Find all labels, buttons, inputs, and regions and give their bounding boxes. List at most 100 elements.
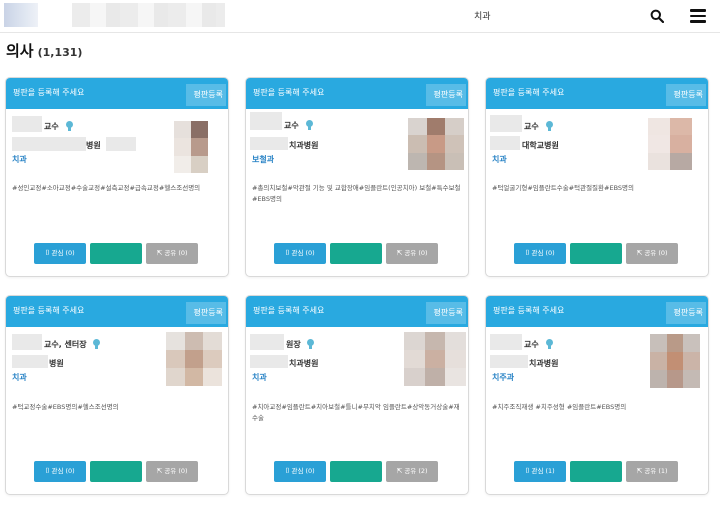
doctor-specialty: 보철과 — [252, 155, 275, 164]
share-icon: ⇱ — [636, 249, 643, 257]
verified-badge-icon — [92, 339, 101, 349]
card-header-text: 평판을 등록해 주세요 — [253, 306, 325, 315]
register-review-button[interactable]: 평판등록 — [666, 302, 706, 324]
bookmark-icon: ⌷ — [525, 467, 530, 475]
verified-badge-icon — [305, 120, 314, 130]
card-header: 평판을 등록해 주세요 평판등록 — [246, 296, 468, 327]
share-label: 공유 (0) — [644, 249, 668, 257]
doctor-specialty: 치과 — [12, 373, 27, 382]
doctor-specialty: 치주과 — [492, 373, 515, 382]
blurred-action-button[interactable] — [570, 461, 622, 482]
doctor-name-blurred — [12, 116, 42, 132]
share-button[interactable]: ⇱ 공유 (2) — [386, 461, 438, 482]
like-button[interactable]: ⌷ 관심 (0) — [34, 243, 86, 264]
bookmark-icon: ⌷ — [45, 467, 50, 475]
verified-badge-icon — [545, 339, 554, 349]
share-button[interactable]: ⇱ 공유 (0) — [386, 243, 438, 264]
share-icon: ⇱ — [396, 467, 403, 475]
doctor-name-blurred — [250, 112, 282, 130]
doctor-photo — [166, 332, 222, 386]
verified-badge-icon — [545, 121, 554, 131]
share-button[interactable]: ⇱ 공유 (1) — [626, 461, 678, 482]
share-icon: ⇱ — [636, 467, 643, 475]
site-logo[interactable] — [4, 3, 38, 27]
bookmark-icon: ⌷ — [285, 249, 290, 257]
blurred-action-button[interactable] — [90, 243, 142, 264]
doctor-hospital: 치과병원 — [529, 359, 559, 368]
register-review-button[interactable]: 평판등록 — [426, 84, 466, 106]
like-button[interactable]: ⌷ 관심 (0) — [34, 461, 86, 482]
share-label: 공유 (1) — [644, 467, 668, 475]
register-review-button[interactable]: 평판등록 — [186, 302, 226, 324]
doctor-role: 교수, 센터장 — [44, 340, 87, 349]
doctor-hospital: 대학교병원 — [522, 141, 559, 150]
site-name-blurred[interactable] — [72, 3, 225, 27]
doctor-role: 교수 — [44, 122, 59, 131]
card-header: 평판을 등록해 주세요 평판등록 — [6, 296, 228, 327]
doctor-photo — [174, 121, 208, 173]
hospital-name-blurred — [490, 355, 528, 368]
hospital-name-blurred — [12, 355, 48, 368]
blurred-action-button[interactable] — [330, 243, 382, 264]
page-category-title: 치과 — [474, 12, 491, 22]
like-label: 관심 (1) — [531, 467, 555, 475]
blurred-action-button[interactable] — [90, 461, 142, 482]
like-button[interactable]: ⌷ 관심 (0) — [514, 243, 566, 264]
like-button[interactable]: ⌷ 관심 (0) — [274, 461, 326, 482]
page-title-text: 의사 — [6, 42, 34, 60]
doctor-card[interactable]: 평판을 등록해 주세요 평판등록 교수 병원 치과 #성인교정#소아교정#수술교… — [5, 77, 229, 277]
card-header-text: 평판을 등록해 주세요 — [13, 88, 85, 97]
bookmark-icon: ⌷ — [285, 467, 290, 475]
share-button[interactable]: ⇱ 공유 (0) — [626, 243, 678, 264]
search-icon[interactable] — [650, 9, 664, 23]
like-button[interactable]: ⌷ 관심 (0) — [274, 243, 326, 264]
share-button[interactable]: ⇱ 공유 (0) — [146, 243, 198, 264]
blurred-action-button[interactable] — [570, 243, 622, 264]
doctor-card[interactable]: 평판을 등록해 주세요 평판등록 교수 치과병원 보철과 #총의치보철#악관절 … — [245, 77, 469, 277]
doctor-card[interactable]: 평판을 등록해 주세요 평판등록 교수, 센터장 병원 치과 #턱교정수술#EB… — [5, 295, 229, 495]
top-navbar: 치과 — [0, 0, 720, 33]
hamburger-menu-icon[interactable] — [690, 9, 706, 23]
doctor-name-blurred — [490, 115, 522, 132]
card-header-text: 평판을 등록해 주세요 — [253, 88, 325, 97]
blurred-action-button[interactable] — [330, 461, 382, 482]
verified-badge-icon — [306, 339, 315, 349]
card-header: 평판을 등록해 주세요 평판등록 — [246, 78, 468, 109]
card-header-text: 평판을 등록해 주세요 — [493, 306, 565, 315]
share-icon: ⇱ — [156, 249, 163, 257]
doctor-hospital: 병원 — [86, 141, 101, 150]
result-count: (1,131) — [37, 46, 83, 59]
card-header: 평판을 등록해 주세요 평판등록 — [486, 296, 708, 327]
share-label: 공유 (0) — [164, 249, 188, 257]
doctor-card[interactable]: 평판을 등록해 주세요 평판등록 교수 대학교병원 치과 #턱얼굴기형#임플란트… — [485, 77, 709, 277]
doctor-photo — [404, 332, 466, 386]
share-button[interactable]: ⇱ 공유 (0) — [146, 461, 198, 482]
doctor-hospital: 치과병원 — [289, 141, 319, 150]
doctor-tags: #성인교정#소아교정#수술교정#설측교정#급속교정#헬스조선명의 — [12, 184, 201, 192]
bookmark-icon: ⌷ — [45, 249, 50, 257]
doctor-card[interactable]: 평판을 등록해 주세요 평판등록 교수 치과병원 치주과 #치주조직재생 #치주… — [485, 295, 709, 495]
like-label: 관심 (0) — [51, 467, 75, 475]
share-label: 공유 (0) — [164, 467, 188, 475]
doctor-role: 교수 — [524, 340, 539, 349]
card-header-text: 평판을 등록해 주세요 — [13, 306, 85, 315]
hospital-name-blurred — [12, 137, 86, 151]
share-label: 공유 (2) — [404, 467, 428, 475]
register-review-button[interactable]: 평판등록 — [426, 302, 466, 324]
doctor-tags: #총의치보철#악관절 기능 및 교합장애#임플란트(인공치아) 보철#특수보철#… — [252, 184, 461, 203]
like-label: 관심 (0) — [291, 249, 315, 257]
doctor-card[interactable]: 평판을 등록해 주세요 평판등록 원장 치과병원 치과 #치아교정#임플란트#치… — [245, 295, 469, 495]
register-review-button[interactable]: 평판등록 — [666, 84, 706, 106]
hospital-name-blurred — [250, 137, 288, 150]
doctor-name-blurred — [250, 334, 284, 350]
doctor-role: 교수 — [284, 121, 299, 130]
like-button[interactable]: ⌷ 관심 (1) — [514, 461, 566, 482]
doctor-tags: #치주조직재생 #치주성형 #임플란트#EBS명의 — [492, 403, 627, 411]
doctor-role: 교수 — [524, 122, 539, 131]
hospital-name-blurred — [490, 136, 520, 150]
doctor-tags: #턱교정수술#EBS명의#헬스조선명의 — [12, 403, 119, 411]
verified-badge-icon — [65, 121, 74, 131]
doctor-role: 원장 — [286, 340, 301, 349]
register-review-button[interactable]: 평판등록 — [186, 84, 226, 106]
card-header: 평판을 등록해 주세요 평판등록 — [486, 78, 708, 109]
